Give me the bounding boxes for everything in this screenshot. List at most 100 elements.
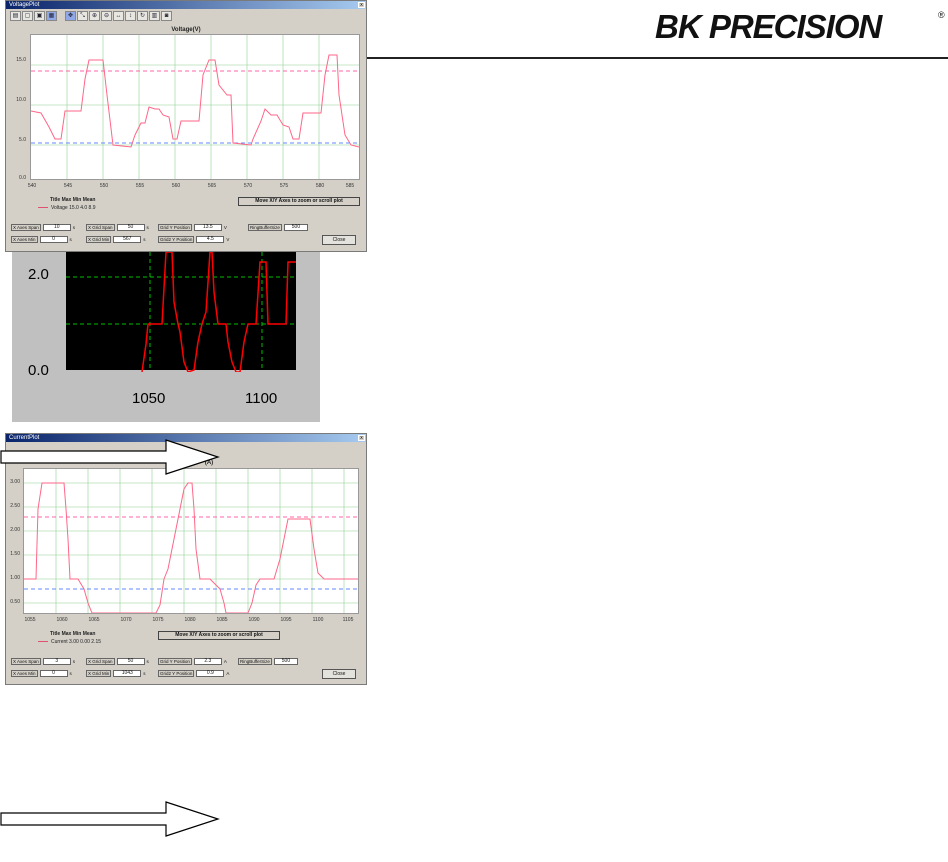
y-tick: 15.0 <box>16 57 26 63</box>
right-arrow-icon <box>0 801 220 837</box>
pan-icon[interactable]: ✥ <box>65 11 76 21</box>
y-tick: 10.0 <box>16 97 26 103</box>
x-tick: 555 <box>135 183 145 189</box>
x-grid-span-input[interactable]: 50 <box>116 657 145 665</box>
copy-icon[interactable]: ▢ <box>22 11 33 21</box>
x-grid-span-input[interactable]: 50 <box>116 223 145 231</box>
zoom-hint-box: Move X/Y Axes to zoom or scroll plot <box>238 197 360 206</box>
print-preview-icon[interactable]: ▥ <box>149 11 160 21</box>
zoom-y-icon[interactable]: ↕ <box>125 11 136 21</box>
x-axes-span-input[interactable]: 3 <box>42 657 71 665</box>
grid-y-position-input[interactable]: 13.5 <box>193 223 222 231</box>
current-plot-area[interactable] <box>23 468 359 614</box>
legend-entry: Voltage 15.0 4.0 8.9 <box>38 205 95 211</box>
window-title: VoltagePlot <box>9 2 40 8</box>
disk-icon[interactable]: ◙ <box>161 11 172 21</box>
plot-title: Voltage(V) <box>171 27 201 33</box>
x-tick: 1105 <box>342 617 354 623</box>
x-axes-min-field: X Axes Min 0 s <box>11 669 72 677</box>
y-tick: 0.0 <box>19 175 26 181</box>
voltage-trace <box>30 54 360 148</box>
right-arrow-icon <box>0 439 220 475</box>
x-axes-min-field: X Axes Min 0 s <box>11 235 72 243</box>
x-tick: 575 <box>279 183 289 189</box>
registered-mark: ® <box>938 10 945 20</box>
x-tick: 585 <box>345 183 355 189</box>
legend-entry: Current 3.00 0.00 2.15 <box>38 639 101 645</box>
print-icon[interactable]: ▤ <box>10 11 21 21</box>
x-grid-span-field: X Grid Span 50 s <box>86 223 149 231</box>
grid-y-position-field: Grid Y Position 13.5 V <box>158 223 227 231</box>
x-tick: 1080 <box>184 617 196 623</box>
save-icon[interactable]: ▣ <box>34 11 45 21</box>
y-tick: 2.00 <box>10 527 20 533</box>
x-tick: 1095 <box>280 617 292 623</box>
x-tick: 1055 <box>24 617 36 623</box>
y-tick: 1.50 <box>10 551 20 557</box>
legend-header: Title Max Min Mean <box>50 631 96 637</box>
x-axes-span-field: X Axes Span 10 s <box>11 223 76 231</box>
y-tick: 0.50 <box>10 599 20 605</box>
x-grid-span-field: X Grid Span 50 s <box>86 657 149 665</box>
close-button[interactable]: Close <box>322 235 356 245</box>
grid-lines <box>24 469 358 613</box>
x-tick: 1100 <box>312 617 324 623</box>
y-tick: 5.0 <box>19 137 26 143</box>
ring-buffer-size-field: RingBufferSize 500 <box>238 657 298 665</box>
voltage-plot-area[interactable] <box>30 34 360 180</box>
zoom-plot-panel: 2.0 0.0 1050 1100 <box>12 252 320 422</box>
x-tick: 1065 <box>88 617 100 623</box>
x-grid-min-input[interactable]: 567 <box>113 235 142 243</box>
voltage-plot-svg <box>30 35 360 179</box>
zoom-in-icon[interactable]: ⊕ <box>89 11 100 21</box>
x-tick: 565 <box>207 183 217 189</box>
logo-text: BK PRECISION <box>655 8 882 45</box>
legend-header: Title Max Min Mean <box>50 197 96 203</box>
brand-logo: BK PRECISION ® <box>655 8 945 48</box>
x-tick: 550 <box>99 183 109 189</box>
x-tick: 570 <box>243 183 253 189</box>
grid2-y-position-input[interactable]: 0.9 <box>196 669 225 677</box>
x-tick: 580 <box>315 183 325 189</box>
grid2-y-position-input[interactable]: 4.5 <box>196 235 225 243</box>
x-tick: 1085 <box>216 617 228 623</box>
grid-y-position-input[interactable]: 2.3 <box>193 657 222 665</box>
legend-entry-text: Current 3.00 0.00 2.15 <box>51 639 102 645</box>
y-tick: 2.50 <box>10 503 20 509</box>
voltage-plot-window: VoltagePlot x ▤ ▢ ▣ ▦ ✥ ⤡ ⊕ ⊖ ↔ ↕ ↻ ▥ ◙ … <box>5 0 367 252</box>
grid2-y-position-field: Grid2 Y Position 4.5 V <box>158 235 230 243</box>
redraw-icon[interactable]: ↻ <box>137 11 148 21</box>
ring-buffer-size-field: RingBufferSize 500 <box>248 223 308 231</box>
y-tick: 1.00 <box>10 575 20 581</box>
zoom-x-icon[interactable]: ↔ <box>113 11 124 21</box>
legend-entry-text: Voltage 15.0 4.0 8.9 <box>51 205 96 211</box>
x-axes-min-input[interactable]: 0 <box>39 235 68 243</box>
y-tick: 3.00 <box>10 479 20 485</box>
move-icon[interactable]: ⤡ <box>77 11 88 21</box>
window-titlebar[interactable]: VoltagePlot x <box>6 1 366 9</box>
close-icon[interactable]: x <box>358 2 365 8</box>
x-grid-min-field: X Grid Min 567 s <box>86 235 146 243</box>
zoom-plot-svg[interactable] <box>66 252 296 372</box>
close-icon[interactable]: x <box>358 435 365 441</box>
legend-swatch <box>38 641 48 643</box>
zoom-out-icon[interactable]: ⊖ <box>101 11 112 21</box>
x-grid-min-input[interactable]: 1043 <box>113 669 142 677</box>
y-tick: 2.0 <box>28 266 49 283</box>
x-tick: 1070 <box>120 617 132 623</box>
zoom-hint-box: Move X/Y Axes to zoom or scroll plot <box>158 631 280 640</box>
zoom-box-icon[interactable]: ▦ <box>46 11 57 21</box>
x-axes-span-input[interactable]: 10 <box>42 223 71 231</box>
grid2-y-position-field: Grid2 Y Position 0.9 A <box>158 669 230 677</box>
x-tick: 560 <box>171 183 181 189</box>
x-tick: 540 <box>27 183 37 189</box>
x-tick: 545 <box>63 183 73 189</box>
current-trace <box>24 482 358 614</box>
x-axes-span-field: X Axes Span 3 s <box>11 657 76 665</box>
x-axes-min-input[interactable]: 0 <box>39 669 68 677</box>
ring-buffer-size-input[interactable]: 500 <box>283 223 308 231</box>
ring-buffer-size-input[interactable]: 500 <box>273 657 298 665</box>
legend-swatch <box>38 207 48 209</box>
x-tick: 1050 <box>132 390 166 407</box>
close-button[interactable]: Close <box>322 669 356 679</box>
